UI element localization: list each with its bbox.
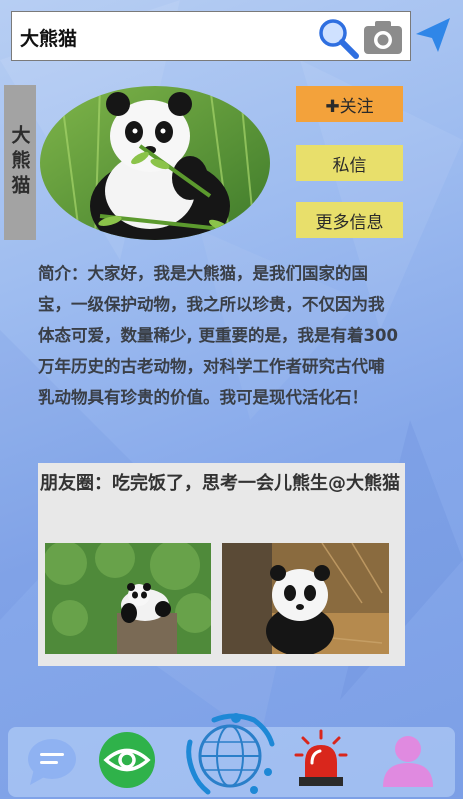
follow-button[interactable]: ✚关注 xyxy=(296,86,403,122)
profile-photo[interactable] xyxy=(40,86,270,240)
profile-intro: 简介：大家好，我是大熊猫，是我们国家的国宝，一级保护动物，我之所以珍贵，不仅因为… xyxy=(38,264,398,407)
moments-photo[interactable] xyxy=(45,543,211,654)
more-info-button[interactable]: 更多信息 xyxy=(296,202,403,238)
globe-icon[interactable] xyxy=(184,712,276,798)
search-icon[interactable] xyxy=(316,16,360,60)
search-bar[interactable]: 大熊猫 xyxy=(11,11,411,61)
moments-card[interactable]: 朋友圈：吃完饭了，思考一会儿熊生@大熊猫 xyxy=(38,463,405,666)
search-input[interactable]: 大熊猫 xyxy=(20,24,77,51)
alarm-light-icon[interactable] xyxy=(294,729,348,789)
moments-photo[interactable] xyxy=(222,543,389,654)
name-tab: 大熊猫 xyxy=(4,85,36,240)
name-tab-label: 大熊猫 xyxy=(8,125,31,200)
eye-icon[interactable] xyxy=(98,731,156,789)
chat-bubble-icon[interactable] xyxy=(26,737,78,787)
message-button[interactable]: 私信 xyxy=(296,145,403,181)
send-icon[interactable] xyxy=(414,16,452,54)
camera-icon[interactable] xyxy=(362,18,404,56)
moments-text: 朋友圈：吃完饭了，思考一会儿熊生@大熊猫 xyxy=(40,473,400,494)
user-icon[interactable] xyxy=(380,733,436,789)
